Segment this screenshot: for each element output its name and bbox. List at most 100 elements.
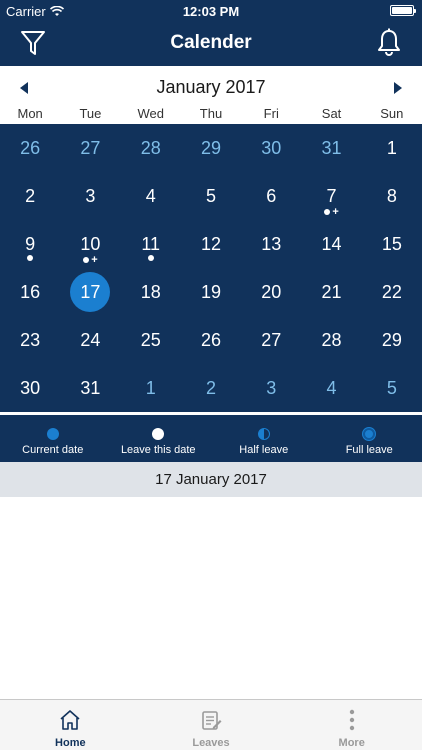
day-cell[interactable]: 9 xyxy=(0,220,60,268)
weekday-label: Sun xyxy=(380,106,404,121)
leave-dot xyxy=(83,257,90,263)
legend-label: Half leave xyxy=(239,444,289,456)
day-cell[interactable]: 3 xyxy=(60,172,120,220)
day-number: 1 xyxy=(386,137,397,158)
day-cell[interactable]: 28 xyxy=(301,316,361,364)
day-cell[interactable]: 26 xyxy=(181,316,241,364)
month-header: January 2017 xyxy=(0,66,422,106)
day-cell[interactable]: 13 xyxy=(241,220,301,268)
day-number: 11 xyxy=(141,233,161,254)
legend-label: Leave this date xyxy=(120,444,196,456)
day-number: 7 xyxy=(326,185,337,206)
leave-markers: + xyxy=(301,207,361,218)
day-number: 28 xyxy=(321,329,342,350)
day-cell[interactable]: 11 xyxy=(121,220,181,268)
day-number: 29 xyxy=(381,329,402,350)
selected-date-bar: 17 January 2017 xyxy=(0,462,422,497)
day-number: 24 xyxy=(80,329,101,350)
full-indicator-icon xyxy=(363,428,376,440)
day-cell[interactable]: 29 xyxy=(362,316,422,364)
day-cell[interactable]: 16 xyxy=(0,268,60,316)
leave-markers xyxy=(0,255,60,261)
day-cell[interactable]: 5 xyxy=(362,364,422,412)
day-cell[interactable]: 4 xyxy=(121,172,181,220)
day-number: 26 xyxy=(200,329,221,350)
leave-dot xyxy=(27,255,34,261)
day-number: 30 xyxy=(261,137,282,158)
day-cell[interactable]: 27 xyxy=(60,124,120,172)
day-number: 8 xyxy=(386,185,397,206)
weekday-label: Fri xyxy=(263,106,279,121)
day-number: 28 xyxy=(140,137,161,158)
leave-markers: + xyxy=(60,254,120,266)
next-month-icon[interactable] xyxy=(394,82,402,94)
day-number: 15 xyxy=(381,233,402,254)
day-number: 4 xyxy=(145,185,156,206)
day-cell[interactable]: 12 xyxy=(181,220,241,268)
day-cell-selected[interactable]: 17 xyxy=(60,268,120,316)
current-indicator-icon xyxy=(46,428,59,440)
day-cell[interactable]: 23 xyxy=(0,316,60,364)
day-number: 17 xyxy=(80,281,101,302)
day-cell[interactable]: 20 xyxy=(241,268,301,316)
day-number: 4 xyxy=(326,377,337,398)
day-cell[interactable]: 1 xyxy=(362,124,422,172)
day-cell[interactable]: 30 xyxy=(0,364,60,412)
day-number: 2 xyxy=(25,185,36,206)
legend-item-full: Full leave xyxy=(317,415,422,462)
day-cell[interactable]: 25 xyxy=(121,316,181,364)
day-cell[interactable]: 2 xyxy=(0,172,60,220)
day-number: 10 xyxy=(80,233,101,254)
day-cell[interactable]: 19 xyxy=(181,268,241,316)
leaves-icon xyxy=(202,711,222,730)
day-cell[interactable]: 5 xyxy=(181,172,241,220)
bell-icon[interactable] xyxy=(376,28,402,58)
legend-item-half: Half leave xyxy=(211,415,317,462)
page-title: Calender xyxy=(170,32,252,53)
weekday-label: Sat xyxy=(321,106,342,121)
day-number: 19 xyxy=(200,281,221,302)
day-number: 13 xyxy=(261,233,282,254)
day-number: 23 xyxy=(20,329,41,350)
day-number: 20 xyxy=(261,281,282,302)
day-number: 2 xyxy=(205,377,216,398)
day-cell[interactable]: 4 xyxy=(301,364,361,412)
legend-item-leave: Leave this date xyxy=(106,415,212,462)
day-cell[interactable]: 14 xyxy=(301,220,361,268)
day-cell[interactable]: 15 xyxy=(362,220,422,268)
weekday-header: Mon Tue Wed Thu Fri Sat Sun xyxy=(0,104,422,124)
day-cell[interactable]: 7 + xyxy=(301,172,361,220)
more-leaves-plus: + xyxy=(91,254,98,266)
day-cell[interactable]: 2 xyxy=(181,364,241,412)
day-number: 12 xyxy=(200,233,221,254)
day-number: 31 xyxy=(80,377,101,398)
day-cell[interactable]: 21 xyxy=(301,268,361,316)
day-number: 18 xyxy=(140,281,161,302)
tab-more-label: More xyxy=(338,737,365,749)
day-cell[interactable]: 18 xyxy=(121,268,181,316)
day-cell[interactable]: 26 xyxy=(0,124,60,172)
day-number: 5 xyxy=(386,377,397,398)
day-cell[interactable]: 10 + xyxy=(60,220,120,268)
leave-indicator-icon xyxy=(152,428,165,440)
tab-more[interactable]: More xyxy=(281,700,422,750)
day-cell[interactable]: 3 xyxy=(241,364,301,412)
leave-dot xyxy=(147,255,154,261)
day-cell[interactable]: 1 xyxy=(121,364,181,412)
day-cell[interactable]: 24 xyxy=(60,316,120,364)
day-cell[interactable]: 27 xyxy=(241,316,301,364)
day-number: 3 xyxy=(85,185,96,206)
day-cell[interactable]: 30 xyxy=(241,124,301,172)
tab-home[interactable]: Home xyxy=(0,700,141,750)
day-number: 5 xyxy=(205,185,216,206)
day-cell[interactable]: 22 xyxy=(362,268,422,316)
day-cell[interactable]: 29 xyxy=(181,124,241,172)
day-cell[interactable]: 31 xyxy=(60,364,120,412)
tab-leaves[interactable]: Leaves xyxy=(141,700,282,750)
leave-markers xyxy=(121,255,181,261)
day-cell[interactable]: 6 xyxy=(241,172,301,220)
day-cell[interactable]: 8 xyxy=(362,172,422,220)
legend: Current date Leave this date Half leave Ful… xyxy=(0,415,422,462)
day-cell[interactable]: 31 xyxy=(301,124,361,172)
day-cell[interactable]: 28 xyxy=(121,124,181,172)
